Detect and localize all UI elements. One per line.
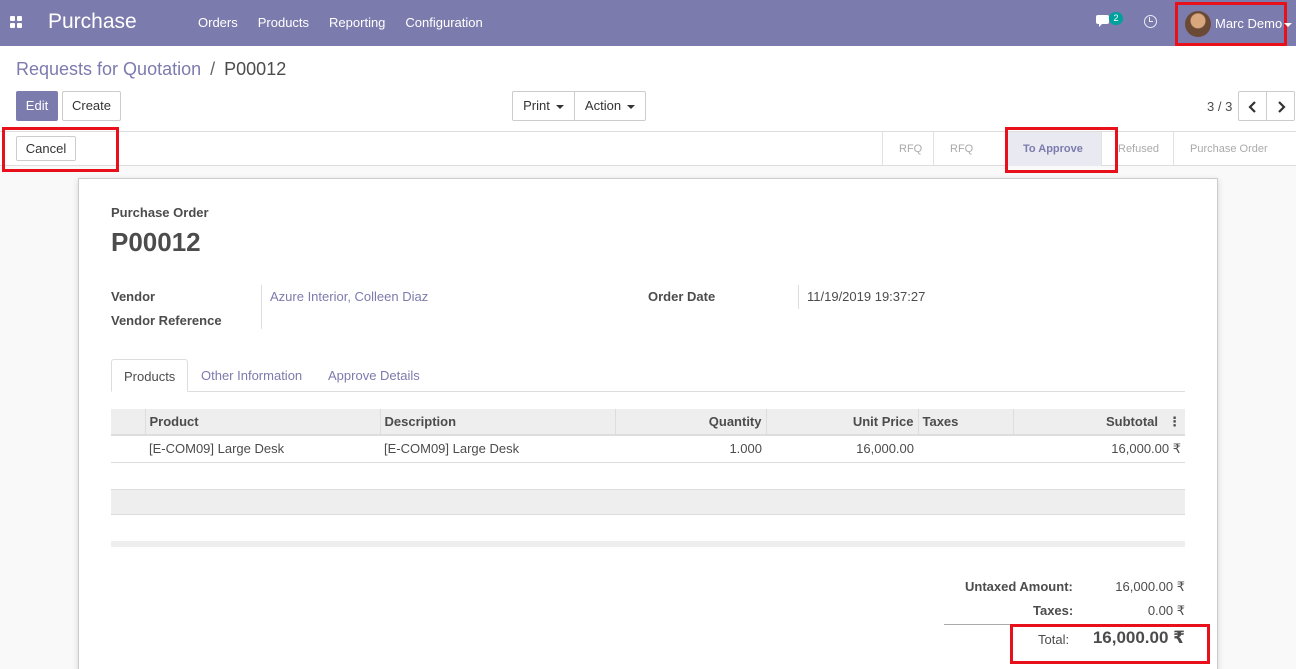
field-divider: [261, 285, 262, 329]
next-record-button[interactable]: [1266, 91, 1295, 121]
breadcrumb: Requests for Quotation / P00012: [16, 59, 286, 80]
notebook-tabs: Products Other Information Approve Detai…: [111, 359, 1185, 392]
table-row[interactable]: [E-COM09] Large Desk [E-COM09] Large Des…: [111, 435, 1185, 463]
action-label: Action: [584, 98, 622, 113]
vendor-reference-label: Vendor Reference: [111, 313, 222, 328]
total-highlight-box: [1010, 624, 1210, 664]
column-options-icon[interactable]: ⋮: [1168, 414, 1181, 429]
breadcrumb-current: P00012: [224, 59, 287, 79]
tab-products[interactable]: Products: [111, 359, 189, 392]
vendor-field[interactable]: Azure Interior, Colleen Diaz: [270, 289, 428, 304]
action-button[interactable]: Action: [574, 91, 646, 121]
cell-description[interactable]: [E-COM09] Large Desk: [380, 435, 615, 463]
column-header-quantity[interactable]: Quantity: [615, 409, 767, 436]
breadcrumb-parent[interactable]: Requests for Quotation: [16, 59, 201, 79]
chat-count-badge: 2: [1109, 12, 1123, 25]
avatar: [1185, 11, 1211, 37]
user-menu[interactable]: Marc Demo: [1175, 2, 1292, 46]
main-menu: Orders Products Reporting Configuration: [188, 15, 493, 30]
cell-unit-price[interactable]: 16,000.00: [766, 435, 918, 463]
taxes-value: 0.00 ₹: [1147, 603, 1185, 618]
column-header-unit-price[interactable]: Unit Price: [766, 409, 919, 436]
clock-icon[interactable]: [1144, 15, 1157, 28]
breadcrumb-separator: /: [210, 59, 216, 79]
control-panel: Requests for Quotation / P00012 Edit Cre…: [0, 46, 1296, 132]
untaxed-amount-value: 16,000.00 ₹: [1115, 579, 1185, 594]
stage-rfq-sent[interactable]: RFQ Sent: [933, 132, 1006, 189]
edit-button[interactable]: Edit: [16, 91, 58, 121]
order-date-label: Order Date: [648, 289, 716, 304]
status-bar: Cancel RFQ RFQ Sent To Approve Refused P…: [0, 127, 1296, 189]
stage-to-approve[interactable]: To Approve: [1006, 132, 1101, 166]
document-type: Purchase Order: [111, 205, 209, 220]
menu-reporting[interactable]: Reporting: [319, 15, 395, 30]
top-navbar: Purchase Orders Products Reporting Confi…: [0, 0, 1296, 46]
column-header-product[interactable]: Product: [145, 409, 381, 436]
chevron-down-icon: [1284, 23, 1292, 27]
apps-grid-icon[interactable]: [10, 16, 22, 28]
caret-down-icon: [555, 104, 564, 109]
taxes-label: Taxes:: [1033, 603, 1074, 618]
empty-table-row: [111, 489, 1185, 515]
field-divider: [798, 285, 799, 309]
tab-other-information[interactable]: Other Information: [189, 359, 314, 392]
stage-purchase-order[interactable]: Purchase Order: [1173, 132, 1296, 166]
cancel-highlight-box: [2, 127, 119, 172]
document-number: P00012: [111, 227, 201, 257]
previous-record-button[interactable]: [1238, 91, 1267, 121]
cell-subtotal: 16,000.00 ₹: [1013, 435, 1185, 463]
stage-rfq[interactable]: RFQ: [882, 132, 933, 166]
user-name: Marc Demo: [1215, 16, 1283, 31]
pager-value[interactable]: 3 / 3: [1207, 99, 1232, 114]
column-header-description[interactable]: Description: [380, 409, 616, 436]
menu-configuration[interactable]: Configuration: [395, 15, 492, 30]
table-header-row: Product Description Quantity Unit Price …: [111, 409, 1185, 436]
vendor-label: Vendor: [111, 289, 156, 304]
chevron-left-icon: [1247, 100, 1256, 113]
table-footer: [111, 541, 1185, 547]
cell-product[interactable]: [E-COM09] Large Desk: [145, 435, 380, 463]
cell-quantity[interactable]: 1.000: [615, 435, 766, 463]
subtotal-header-label: Subtotal: [1106, 413, 1158, 429]
column-header-subtotal[interactable]: Subtotal ⋮: [1013, 409, 1185, 436]
tab-approve-details[interactable]: Approve Details: [316, 359, 432, 392]
menu-products[interactable]: Products: [248, 15, 319, 30]
untaxed-amount-label: Untaxed Amount:: [965, 579, 1073, 594]
create-button[interactable]: Create: [62, 91, 121, 121]
print-button[interactable]: Print: [512, 91, 575, 121]
status-stages: RFQ RFQ Sent To Approve Refused Purchase…: [882, 132, 1296, 189]
form-sheet: Purchase Order P00012 Vendor Vendor Refe…: [78, 178, 1218, 669]
menu-orders[interactable]: Orders: [188, 15, 248, 30]
stage-refused[interactable]: Refused: [1101, 132, 1173, 166]
app-title: Purchase: [48, 10, 137, 33]
order-lines-table: Product Description Quantity Unit Price …: [111, 409, 1185, 463]
chevron-right-icon: [1277, 100, 1286, 113]
column-header-taxes[interactable]: Taxes: [918, 409, 1014, 436]
handle-column-header: [111, 409, 146, 436]
row-handle: [111, 435, 145, 463]
caret-down-icon: [627, 104, 636, 109]
cell-taxes[interactable]: [918, 435, 1013, 463]
print-label: Print: [523, 98, 550, 113]
order-date-field[interactable]: 11/19/2019 19:37:27: [807, 289, 925, 304]
